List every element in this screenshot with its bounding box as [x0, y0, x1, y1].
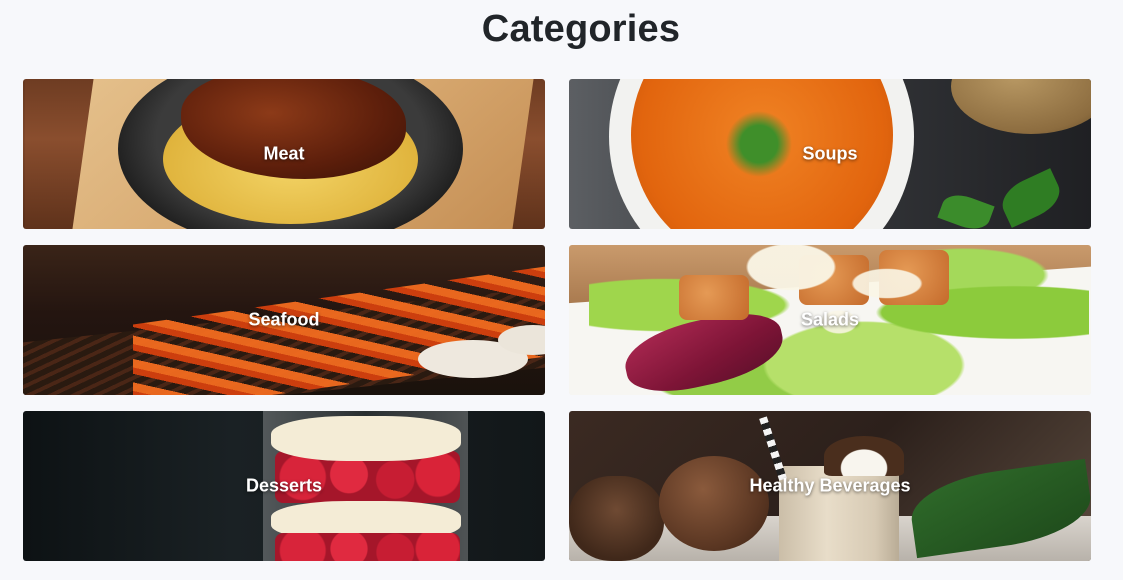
- category-card-seafood[interactable]: Seafood: [23, 245, 545, 395]
- category-card-meat[interactable]: Meat: [23, 79, 545, 229]
- category-card-desserts[interactable]: Desserts: [23, 411, 545, 561]
- category-label-salads: Salads: [800, 309, 860, 330]
- category-card-healthy-beverages[interactable]: Healthy Beverages: [569, 411, 1091, 561]
- category-label-desserts: Desserts: [245, 475, 323, 496]
- category-label-soups: Soups: [802, 143, 858, 164]
- category-card-salads[interactable]: Salads: [569, 245, 1091, 395]
- category-label-meat: Meat: [263, 143, 305, 164]
- category-card-soups[interactable]: Soups: [569, 79, 1091, 229]
- category-label-seafood: Seafood: [248, 309, 320, 330]
- category-label-healthy-beverages: Healthy Beverages: [749, 475, 911, 496]
- page-title: Categories: [481, 8, 681, 50]
- categories-page: Categories Meat Soups Seafood Salads Des…: [0, 0, 1123, 580]
